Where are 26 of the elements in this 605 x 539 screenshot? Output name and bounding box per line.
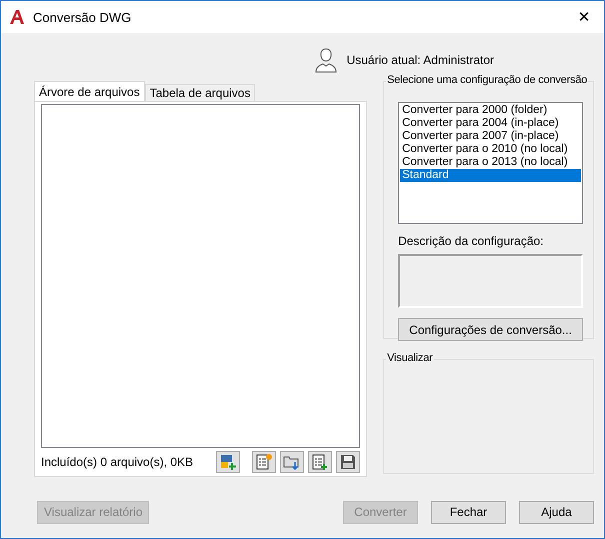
app-logo-icon [9,9,25,25]
configuration-item[interactable]: Converter para o 2010 (no local) [400,143,581,156]
window-title: Conversão DWG [33,10,132,24]
configuration-item[interactable]: Converter para o 2013 (no local) [400,156,581,169]
drawing-add-icon [219,453,238,472]
user-icon [314,47,337,73]
open-list-button[interactable] [280,451,304,474]
add-drawing-button[interactable] [216,451,240,474]
dialog-button[interactable]: Ajuda [519,500,594,524]
group-title: Visualizar [386,352,434,364]
tab[interactable]: Árvore de arquivos [34,81,145,101]
group-title: Selecione uma configuração de conversão [386,74,588,86]
description-label: Descrição da configuração: [398,234,545,248]
configuration-item[interactable]: Converter para 2007 (in-place) [400,130,581,143]
conversion-settings-button[interactable]: Configurações de conversão... [398,318,583,341]
configuration-item[interactable]: Standard [400,169,581,182]
dialog-button[interactable]: Fechar [431,500,506,524]
configuration-item[interactable]: Converter para 2000 (folder) [400,104,581,117]
close-button[interactable]: ✕ [564,2,604,32]
save-button[interactable] [336,451,360,474]
current-user-label: Usuário atual: Administrator [346,53,494,67]
tab[interactable]: Tabela de arquivos [144,84,256,101]
file-summary: Incluído(s) 0 arquivo(s), 0KB [41,455,194,470]
new-list-button[interactable] [252,451,276,474]
append-list-button[interactable] [308,451,332,474]
configuration-item[interactable]: Converter para 2004 (in-place) [400,117,581,130]
